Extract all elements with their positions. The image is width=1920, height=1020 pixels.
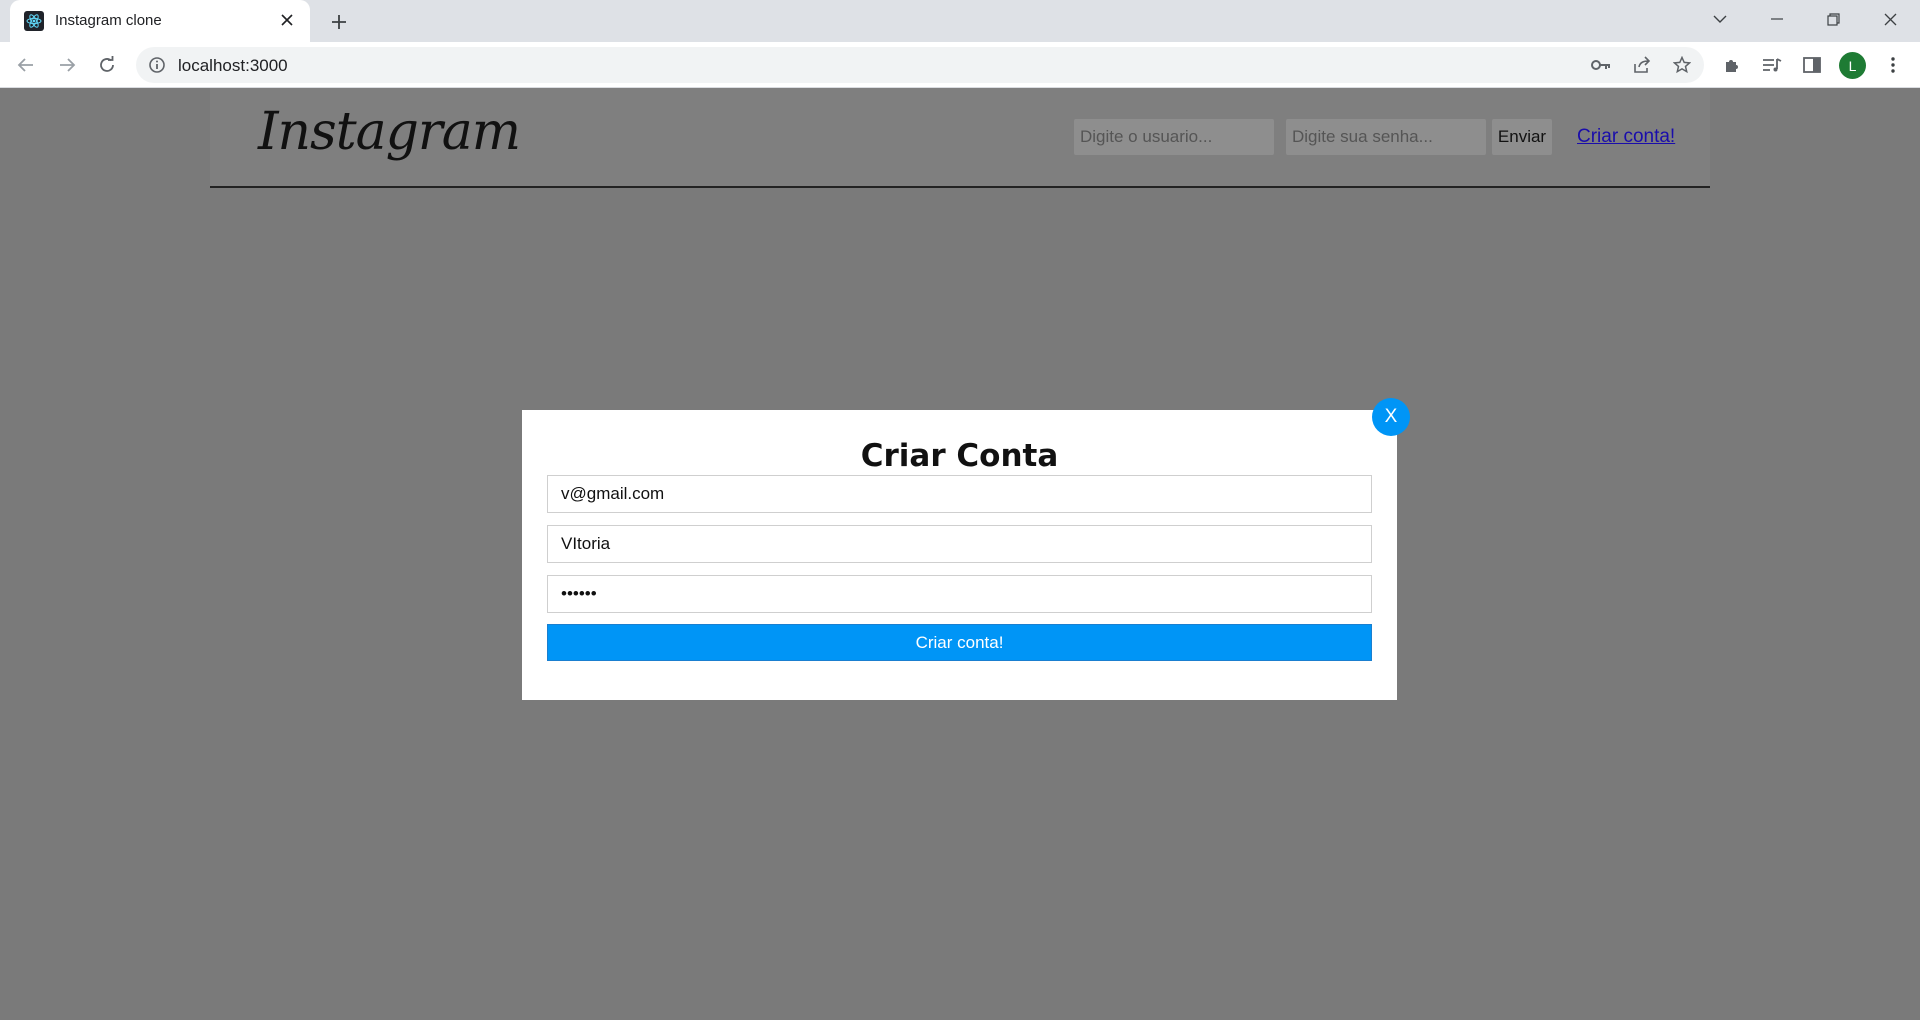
side-panel-icon[interactable] — [1800, 53, 1824, 77]
menu-kebab-icon[interactable] — [1881, 53, 1905, 77]
password-field[interactable] — [547, 575, 1372, 613]
extensions-puzzle-icon[interactable] — [1720, 53, 1744, 77]
profile-avatar[interactable]: L — [1839, 52, 1866, 79]
media-queue-icon[interactable] — [1760, 53, 1784, 77]
bookmark-star-icon[interactable] — [1671, 54, 1693, 76]
restore-icon[interactable] — [1805, 0, 1861, 38]
react-logo-icon — [24, 11, 44, 31]
address-bar[interactable]: localhost:3000 — [136, 47, 1704, 83]
create-account-link[interactable]: Criar conta! — [1577, 126, 1675, 148]
username-input[interactable] — [1074, 119, 1274, 155]
login-submit-button[interactable]: Enviar — [1492, 119, 1552, 155]
tab-search-chevron-icon[interactable] — [1692, 0, 1748, 38]
forward-icon[interactable] — [51, 49, 83, 81]
reload-icon[interactable] — [91, 49, 123, 81]
close-window-icon[interactable] — [1862, 0, 1918, 38]
modal-title: Criar Conta — [860, 438, 1059, 474]
url-text: localhost:3000 — [178, 56, 288, 75]
back-icon[interactable] — [10, 49, 42, 81]
tab-close-icon[interactable] — [276, 9, 298, 31]
browser-tab[interactable]: Instagram clone — [10, 0, 310, 42]
browser-tab-strip: Instagram clone — [0, 0, 1920, 42]
site-header: Instagram Enviar Criar conta! — [210, 88, 1710, 188]
new-tab-icon[interactable] — [325, 8, 353, 36]
name-field[interactable] — [547, 525, 1372, 563]
password-input[interactable] — [1286, 119, 1486, 155]
email-field[interactable] — [547, 475, 1372, 513]
instagram-logo[interactable]: Instagram — [258, 102, 521, 162]
browser-toolbar: localhost:3000 L — [0, 42, 1920, 88]
create-account-modal: Criar Conta Criar conta! — [522, 410, 1397, 700]
modal-close-button[interactable]: X — [1372, 398, 1410, 436]
tab-title: Instagram clone — [55, 12, 162, 29]
minimize-icon[interactable] — [1749, 0, 1805, 38]
site-info-icon[interactable] — [148, 56, 166, 74]
share-icon[interactable] — [1631, 54, 1653, 76]
key-icon[interactable] — [1590, 54, 1612, 76]
page-overlay: Instagram Enviar Criar conta! Criar Cont… — [0, 88, 1920, 1020]
create-account-button[interactable]: Criar conta! — [547, 624, 1372, 661]
